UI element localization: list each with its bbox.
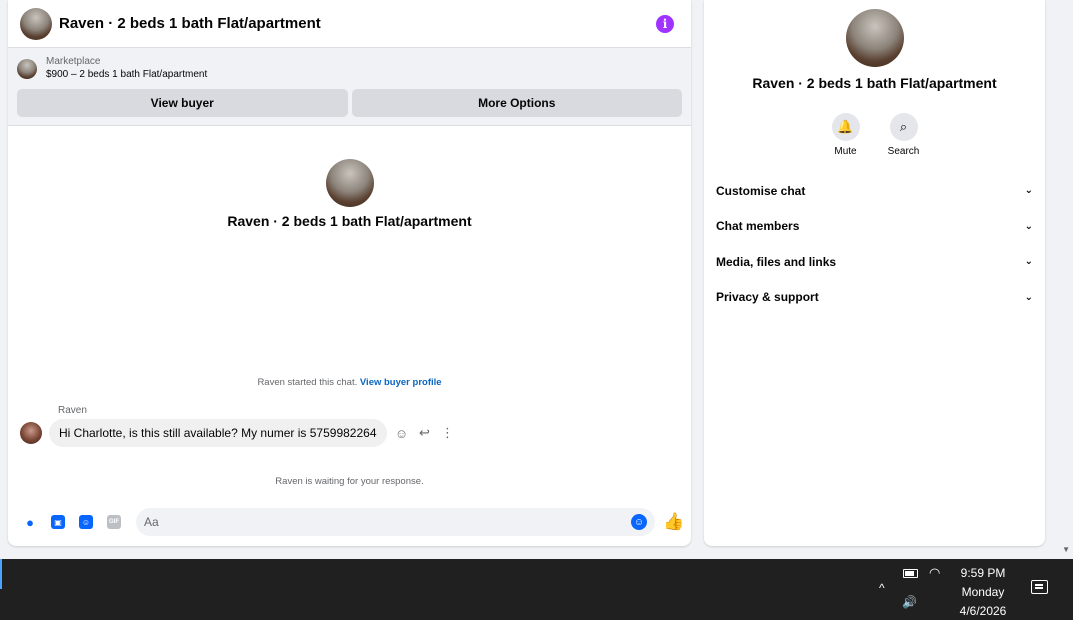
thumbs-up-icon[interactable]: 👍 (663, 512, 684, 532)
sender-avatar[interactable] (20, 422, 42, 444)
chevron-down-icon: ⌄ (1024, 220, 1033, 232)
more-icon[interactable]: ⋮ (441, 425, 455, 441)
search-icon: ⌕ (889, 113, 918, 141)
clock-day: Monday (961, 585, 1005, 599)
details-avatar (846, 9, 904, 67)
customise-chat-item[interactable]: Customise chat ⌄ (716, 173, 1033, 209)
privacy-support-label: Privacy & support (716, 290, 819, 305)
taskbar-edge (0, 559, 2, 589)
more-options-button[interactable]: More Options (351, 89, 682, 117)
listing-thumbnail (17, 59, 37, 79)
profile-title: Raven · 2 beds 1 bath Flat/apartment (227, 213, 472, 229)
clock-date: 4/6/2026 (959, 604, 1007, 618)
react-icon[interactable]: ☺ (395, 426, 409, 441)
info-icon[interactable]: i (656, 14, 674, 33)
scroll-down-arrow-icon[interactable]: ▼ (1062, 545, 1070, 554)
listing-avatar[interactable] (20, 7, 52, 40)
taskbar: ^ ◠ 🔊 9:59 PM Monday 4/6/2026 (0, 559, 1073, 620)
chat-panel: Raven · 2 beds 1 bath Flat/apartment i M… (8, 0, 691, 546)
wifi-icon[interactable]: ◠ (929, 565, 940, 581)
view-buyer-profile-link[interactable]: View buyer profile (360, 377, 442, 388)
chat-header: Raven · 2 beds 1 bath Flat/apartment i (8, 0, 691, 48)
emoji-icon[interactable]: ☺ (631, 514, 647, 530)
media-files-links-item[interactable]: Media, files and links ⌄ (716, 244, 1033, 280)
chevron-down-icon: ⌄ (1024, 185, 1033, 197)
gif-icon[interactable]: GIF (107, 515, 121, 529)
marketplace-banner: Marketplace $900 – 2 beds 1 bath Flat/ap… (8, 48, 691, 126)
chevron-down-icon: ⌄ (1024, 291, 1033, 303)
details-title: Raven · 2 beds 1 bath Flat/apartment (752, 75, 997, 91)
chat-started-text: Raven started this chat. (257, 377, 358, 388)
chat-members-label: Chat members (716, 219, 800, 234)
search-button[interactable]: ⌕ Search (886, 113, 922, 157)
sticker-icon[interactable]: ☺ (79, 515, 93, 529)
microphone-icon[interactable]: ● (23, 515, 37, 530)
marketplace-label: Marketplace (46, 56, 101, 67)
chat-title[interactable]: Raven · 2 beds 1 bath Flat/apartment (59, 15, 656, 32)
message-row: Hi Charlotte, is this still available? M… (20, 419, 455, 447)
chevron-down-icon: ⌄ (1024, 256, 1033, 268)
photo-icon[interactable]: ▣ (51, 515, 65, 529)
customise-chat-label: Customise chat (716, 183, 806, 198)
conversation-profile: Raven · 2 beds 1 bath Flat/apartment (8, 159, 691, 229)
volume-icon[interactable]: 🔊 (902, 595, 917, 609)
tray-chevron-up-icon[interactable]: ^ (879, 581, 885, 595)
details-list: Customise chat ⌄ Chat members ⌄ Media, f… (716, 173, 1033, 315)
search-label: Search (887, 146, 920, 157)
waiting-note: Raven is waiting for your response. (275, 476, 424, 487)
chat-members-item[interactable]: Chat members ⌄ (716, 209, 1033, 245)
mute-label: Mute (834, 146, 857, 157)
notification-icon[interactable] (1031, 580, 1048, 594)
composer: ● ▣ ☺ GIF ☺ 👍 (16, 508, 684, 536)
profile-avatar (325, 159, 374, 207)
reply-icon[interactable]: ↩ (418, 425, 432, 441)
listing-price[interactable]: $900 – 2 beds 1 bath Flat/apartment (46, 68, 207, 82)
message-input[interactable] (144, 515, 631, 529)
battery-icon[interactable] (903, 569, 918, 578)
media-files-links-label: Media, files and links (716, 254, 837, 269)
message-bubble[interactable]: Hi Charlotte, is this still available? M… (49, 419, 387, 447)
mute-button[interactable]: 🔔 Mute (828, 113, 864, 157)
message-input-wrap: ☺ (136, 508, 655, 536)
clock-time: 9:59 PM (960, 566, 1006, 580)
taskbar-clock[interactable]: 9:59 PM Monday 4/6/2026 (948, 564, 1018, 620)
message-sender: Raven (58, 405, 87, 416)
view-buyer-button[interactable]: View buyer (17, 89, 348, 117)
chat-details-panel: Raven · 2 beds 1 bath Flat/apartment 🔔 M… (704, 0, 1045, 546)
privacy-support-item[interactable]: Privacy & support ⌄ (716, 280, 1033, 316)
chat-started-note: Raven started this chat. View buyer prof… (8, 377, 691, 388)
bell-icon: 🔔 (831, 113, 860, 141)
